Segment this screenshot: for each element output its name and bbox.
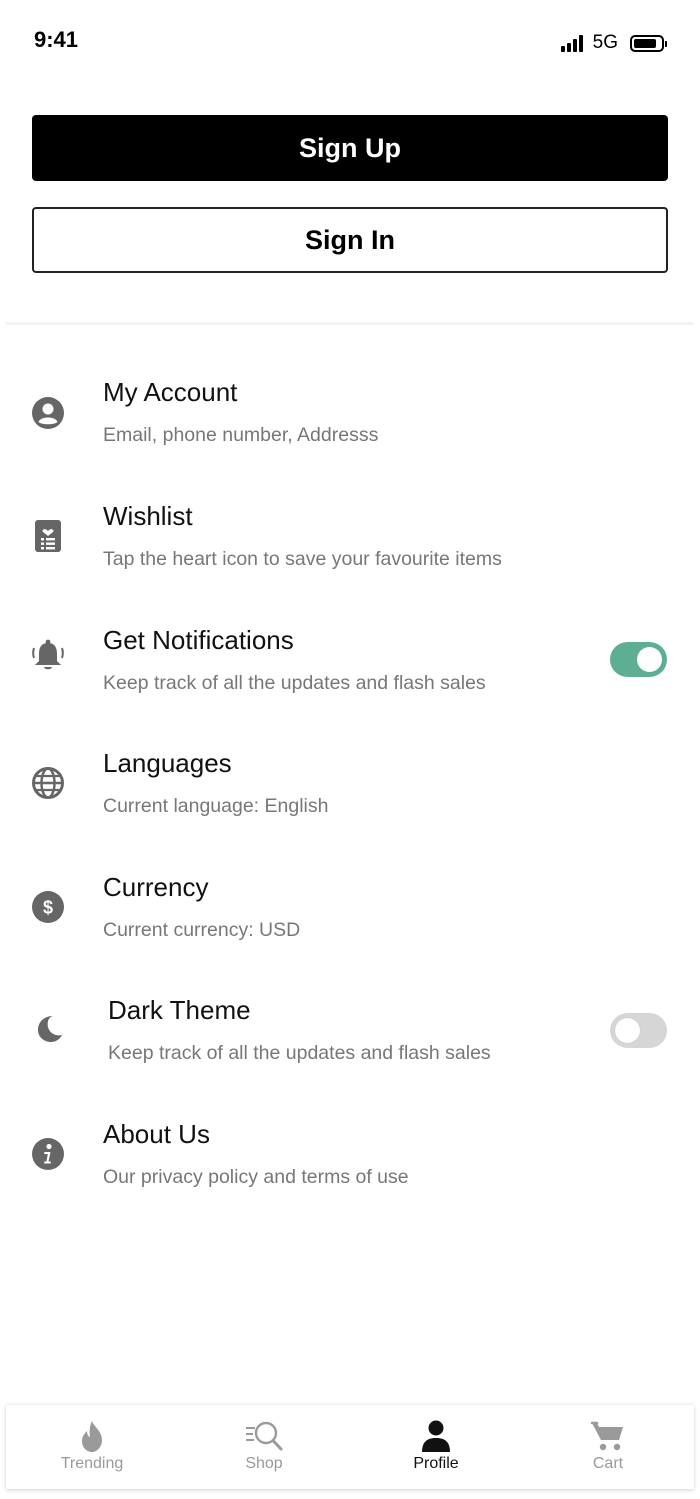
menu-item-title: Get Notifications bbox=[103, 625, 294, 655]
tab-label: Trending bbox=[60, 1455, 124, 1472]
menu-item-subtitle: Our privacy policy and terms of use bbox=[103, 1166, 409, 1188]
search-list-icon bbox=[244, 1418, 284, 1454]
menu-item-wishlist[interactable]: Wishlist Tap the heart icon to save your… bbox=[0, 484, 700, 594]
menu-item-languages[interactable]: Languages Current language: English bbox=[0, 731, 700, 841]
status-bar: 9:41 5G bbox=[0, 0, 700, 80]
menu-item-subtitle: Current language: English bbox=[103, 795, 329, 817]
bell-icon bbox=[30, 638, 66, 674]
menu-item-title: Wishlist bbox=[103, 501, 193, 531]
tab-label: Shop bbox=[245, 1455, 283, 1472]
menu-item-title: Currency bbox=[103, 872, 209, 902]
dark-theme-toggle[interactable] bbox=[610, 1013, 667, 1048]
menu-item-title: My Account bbox=[103, 377, 238, 407]
menu-item-subtitle: Tap the heart icon to save your favourit… bbox=[103, 548, 502, 570]
menu-item-subtitle: Current currency: USD bbox=[103, 919, 301, 941]
menu-item-my-account[interactable]: My Account Email, phone number, Addresss bbox=[0, 360, 700, 470]
battery-icon bbox=[630, 34, 667, 52]
menu-item-title: About Us bbox=[103, 1119, 210, 1149]
tab-shop[interactable]: Shop bbox=[178, 1405, 350, 1489]
tab-trending[interactable]: Trending bbox=[6, 1405, 178, 1489]
menu-item-title: Languages bbox=[103, 748, 232, 778]
menu-item-subtitle: Keep track of all the updates and flash … bbox=[108, 1042, 491, 1064]
sign-up-button[interactable]: Sign Up bbox=[32, 115, 668, 181]
flame-icon bbox=[72, 1418, 112, 1454]
toggle-knob bbox=[615, 1018, 640, 1043]
bottom-tab-bar: Trending Shop Profile Cart bbox=[6, 1405, 694, 1489]
tab-label: Cart bbox=[592, 1455, 624, 1472]
globe-icon bbox=[30, 765, 66, 801]
cart-icon bbox=[588, 1418, 628, 1454]
wishlist-icon bbox=[30, 518, 66, 554]
tab-cart[interactable]: Cart bbox=[522, 1405, 694, 1489]
menu-item-about-us[interactable]: About Us Our privacy policy and terms of… bbox=[0, 1102, 700, 1212]
tab-profile[interactable]: Profile bbox=[350, 1405, 522, 1489]
info-icon bbox=[30, 1136, 66, 1172]
notifications-toggle[interactable] bbox=[610, 642, 667, 677]
menu-item-notifications: Get Notifications Keep track of all the … bbox=[0, 608, 700, 718]
dollar-icon: $ bbox=[30, 889, 66, 925]
toggle-knob bbox=[637, 647, 662, 672]
signal-icon bbox=[560, 34, 583, 52]
moon-icon bbox=[30, 1010, 66, 1046]
person-icon bbox=[416, 1418, 456, 1454]
network-label: 5G bbox=[592, 32, 618, 53]
svg-text:$: $ bbox=[43, 898, 53, 918]
menu-item-title: Dark Theme bbox=[108, 995, 251, 1025]
account-circle-icon bbox=[30, 395, 66, 431]
section-divider bbox=[6, 322, 694, 325]
menu-item-subtitle: Email, phone number, Addresss bbox=[103, 424, 379, 446]
sign-in-button[interactable]: Sign In bbox=[32, 207, 668, 273]
tab-label: Profile bbox=[413, 1455, 459, 1472]
menu-item-dark-theme: Dark Theme Keep track of all the updates… bbox=[0, 978, 700, 1088]
menu-item-currency[interactable]: $ Currency Current currency: USD bbox=[0, 855, 700, 965]
menu-item-subtitle: Keep track of all the updates and flash … bbox=[103, 672, 486, 694]
status-time: 9:41 bbox=[34, 27, 79, 52]
status-indicators: 5G bbox=[560, 32, 667, 54]
